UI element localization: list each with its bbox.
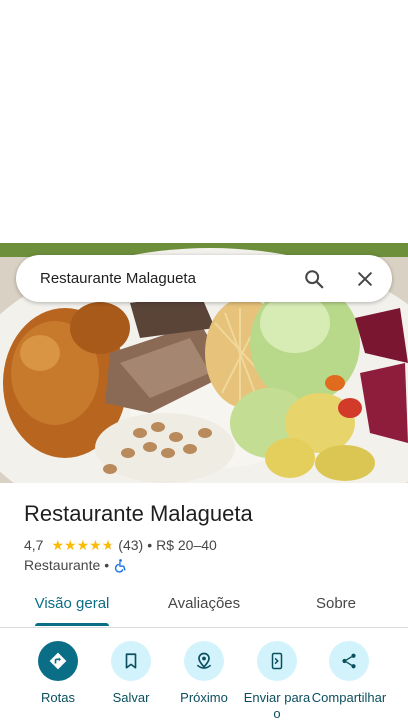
share-button-circle[interactable] — [329, 641, 369, 681]
rating-row[interactable]: 4,7 ★ ★ ★ ★ ★ (43) • R$ 20–40 — [24, 536, 217, 554]
action-label: Rotas — [41, 690, 75, 705]
search-bar[interactable]: Restaurante Malagueta — [16, 255, 392, 302]
wheelchair-icon — [115, 558, 126, 573]
directions-button-circle[interactable] — [38, 641, 78, 681]
place-title: Restaurante Malagueta — [24, 501, 253, 526]
save-button[interactable]: Salvar — [93, 641, 169, 706]
separator-dot: • — [104, 557, 110, 573]
map-area-blank — [0, 0, 408, 243]
directions-icon — [49, 652, 67, 670]
send-to-phone-button[interactable]: Enviar para o — [239, 641, 315, 722]
send-to-phone-icon — [271, 652, 283, 670]
star-rating: ★ ★ ★ ★ ★ — [51, 538, 114, 552]
save-button-circle[interactable] — [111, 641, 151, 681]
star-icon: ★ — [76, 537, 90, 553]
search-query-text[interactable]: Restaurante Malagueta — [40, 255, 196, 302]
directions-button[interactable]: Rotas — [20, 641, 96, 706]
close-icon — [358, 272, 372, 286]
star-icon: ★ — [51, 537, 65, 553]
tabs-divider — [0, 627, 408, 628]
action-label: Próximo — [180, 690, 228, 705]
tab-overview[interactable]: Visão geral — [24, 584, 120, 624]
star-icon: ★ — [101, 537, 115, 553]
send-to-phone-button-circle[interactable] — [257, 641, 297, 681]
action-buttons-row: Rotas Salvar Próximo Enviar para o Compa… — [0, 641, 408, 726]
tab-bar: Visão geral Avaliações Sobre — [0, 584, 408, 628]
place-category: Restaurante — [24, 557, 101, 573]
share-button[interactable]: Compartilhar — [311, 641, 387, 706]
separator-dot: • — [147, 537, 153, 553]
tab-label: Avaliações — [167, 595, 241, 612]
clear-search-button[interactable] — [350, 264, 380, 294]
search-icon — [305, 270, 324, 289]
review-count: (43) — [118, 537, 144, 553]
star-icon: ★ — [64, 537, 77, 553]
star-icon: ★ — [89, 537, 102, 553]
search-button[interactable] — [299, 264, 329, 294]
action-label: Enviar para o — [243, 690, 311, 721]
nearby-button-circle[interactable] — [184, 641, 224, 681]
share-icon — [342, 653, 356, 669]
tab-about[interactable]: Sobre — [290, 584, 382, 624]
rating-value: 4,7 — [24, 537, 44, 553]
action-label: Salvar — [112, 690, 150, 705]
tab-label: Sobre — [315, 595, 357, 612]
active-tab-indicator — [35, 623, 109, 626]
nearby-button[interactable]: Próximo — [166, 641, 242, 706]
price-range: R$ 20–40 — [156, 537, 217, 553]
category-row: Restaurante • — [24, 556, 128, 574]
tab-label: Visão geral — [34, 595, 110, 612]
nearby-icon — [196, 652, 212, 669]
action-label: Compartilhar — [311, 690, 387, 705]
bookmark-icon — [125, 653, 137, 669]
tab-reviews[interactable]: Avaliações — [156, 584, 252, 624]
